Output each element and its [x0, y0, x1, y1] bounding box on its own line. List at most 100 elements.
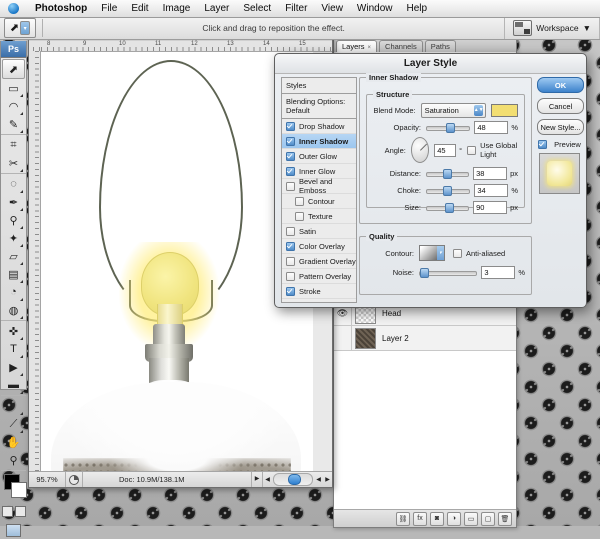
- checkbox-preview[interactable]: [538, 140, 548, 149]
- choke-slider[interactable]: [426, 185, 471, 196]
- zoom-tool[interactable]: ⚲: [3, 451, 24, 469]
- noise-slider[interactable]: [419, 267, 478, 278]
- menu-item-edit[interactable]: Edit: [124, 0, 155, 17]
- blur-tool[interactable]: ◔: [3, 283, 24, 301]
- checkbox-outer-glow[interactable]: [286, 151, 295, 161]
- style-item-texture[interactable]: Texture: [282, 209, 356, 224]
- table-row[interactable]: Layer 2: [334, 326, 516, 351]
- eyedropper-tool[interactable]: ⟋: [3, 415, 24, 433]
- new-group-button[interactable]: ▭: [464, 511, 478, 526]
- angle-input[interactable]: 45: [434, 143, 457, 157]
- styles-header[interactable]: Styles: [282, 78, 356, 94]
- type-tool[interactable]: T: [3, 340, 24, 358]
- style-item-stroke[interactable]: Stroke: [282, 284, 356, 299]
- magic-wand-tool[interactable]: ✎: [3, 115, 24, 133]
- notes-tool[interactable]: ◗: [3, 397, 24, 415]
- new-style-button[interactable]: New Style...: [537, 119, 584, 135]
- opacity-slider[interactable]: [426, 122, 471, 133]
- style-item-inner-shadow[interactable]: Inner Shadow: [282, 134, 356, 149]
- gradient-tool[interactable]: ▤: [3, 265, 24, 283]
- checkbox-satin[interactable]: [286, 226, 295, 236]
- delete-layer-button[interactable]: 🗑: [498, 511, 512, 526]
- style-item-pattern-overlay[interactable]: Pattern Overlay: [282, 269, 356, 284]
- slice-tool[interactable]: ✂: [3, 154, 24, 172]
- apple-logo-icon[interactable]: [8, 3, 19, 14]
- checkbox-stroke[interactable]: [286, 286, 295, 296]
- distance-slider[interactable]: [426, 168, 470, 179]
- image-canvas[interactable]: [41, 52, 313, 477]
- checkbox-texture[interactable]: [295, 211, 304, 221]
- noise-input[interactable]: 3: [481, 265, 516, 279]
- path-selection-tool[interactable]: ▶: [3, 358, 24, 376]
- history-brush-tool[interactable]: ✦: [3, 229, 24, 247]
- quick-mask-mode-toggle[interactable]: [1, 501, 26, 521]
- checkbox-color-overlay[interactable]: [286, 241, 295, 251]
- marquee-tool[interactable]: ▭: [3, 79, 24, 97]
- size-input[interactable]: 90: [473, 200, 508, 214]
- menu-item-window[interactable]: Window: [350, 0, 400, 17]
- checkbox-use-global-light[interactable]: [467, 145, 477, 155]
- style-item-satin[interactable]: Satin: [282, 224, 356, 239]
- styles-list[interactable]: Styles Blending Options: Default Drop Sh…: [281, 77, 357, 303]
- shadow-color-swatch[interactable]: [491, 103, 518, 117]
- menu-item-layer[interactable]: Layer: [197, 0, 236, 17]
- new-adjustment-layer-button[interactable]: ◑: [447, 511, 461, 526]
- distance-input[interactable]: 38: [473, 166, 508, 180]
- style-item-bevel-and-emboss[interactable]: Bevel and Emboss: [282, 177, 356, 195]
- menu-item-help[interactable]: Help: [400, 0, 435, 17]
- horizontal-ruler[interactable]: 8 9 10 11 12 13 14 15: [29, 41, 332, 52]
- hand-tool[interactable]: ✋: [3, 433, 24, 451]
- checkbox-contour[interactable]: [295, 196, 304, 206]
- checkbox-anti-aliased[interactable]: [453, 248, 462, 258]
- new-layer-button[interactable]: ▢: [481, 511, 495, 526]
- style-item-outer-glow[interactable]: Outer Glow: [282, 149, 356, 164]
- add-layer-style-button[interactable]: fx: [413, 511, 427, 526]
- angle-dial[interactable]: [410, 137, 430, 163]
- move-tool[interactable]: ⬈: [2, 59, 25, 79]
- menu-item-select[interactable]: Select: [236, 0, 278, 17]
- quick-mask-icon[interactable]: [14, 505, 26, 517]
- style-item-gradient-overlay[interactable]: Gradient Overlay: [282, 254, 356, 269]
- tab-channels[interactable]: Channels: [379, 40, 423, 52]
- screen-mode-button[interactable]: [1, 521, 26, 539]
- size-slider[interactable]: [426, 202, 470, 213]
- tab-paths[interactable]: Paths: [424, 40, 456, 52]
- tab-layers[interactable]: Layers ×: [336, 40, 378, 52]
- close-icon[interactable]: ×: [368, 45, 372, 51]
- checkbox-bevel-and-emboss[interactable]: [286, 181, 295, 191]
- tool-preset-dropdown[interactable]: ▾: [20, 21, 31, 35]
- style-item-contour[interactable]: Contour: [282, 194, 356, 209]
- status-menu-arrow-icon[interactable]: ▶: [251, 472, 263, 487]
- dodge-tool[interactable]: ◍: [3, 301, 24, 319]
- scroll-right-arrow-1[interactable]: ◀: [314, 476, 323, 483]
- scroll-right-arrow-2[interactable]: ▶: [323, 476, 332, 483]
- choke-input[interactable]: 34: [474, 183, 509, 197]
- ok-button[interactable]: OK: [537, 77, 584, 93]
- blend-mode-select[interactable]: Saturation ▲▼: [420, 102, 487, 118]
- horizontal-scrollbar[interactable]: [273, 473, 313, 486]
- cancel-button[interactable]: Cancel: [537, 98, 584, 114]
- style-item-drop-shadow[interactable]: Drop Shadow: [282, 119, 356, 134]
- menu-item-view[interactable]: View: [314, 0, 350, 17]
- background-color-swatch[interactable]: [11, 482, 27, 498]
- pen-tool[interactable]: ✜: [3, 322, 24, 340]
- checkbox-gradient-overlay[interactable]: [286, 256, 295, 266]
- menu-item-image[interactable]: Image: [156, 0, 198, 17]
- clone-stamp-tool[interactable]: ⚲: [3, 211, 24, 229]
- blending-options-item[interactable]: Blending Options: Default: [282, 94, 356, 119]
- opacity-input[interactable]: 48: [474, 120, 509, 134]
- menu-item-file[interactable]: File: [94, 0, 124, 17]
- standard-mode-icon[interactable]: [1, 505, 13, 517]
- brush-tool[interactable]: ✒: [3, 193, 24, 211]
- add-layer-mask-button[interactable]: ◙: [430, 511, 444, 526]
- vertical-ruler[interactable]: [29, 51, 41, 478]
- crop-tool[interactable]: ⌗: [3, 136, 24, 154]
- checkbox-inner-shadow[interactable]: [286, 136, 295, 146]
- eraser-tool[interactable]: ▱: [3, 247, 24, 265]
- layer-visibility-toggle[interactable]: [334, 326, 352, 350]
- checkbox-pattern-overlay[interactable]: [286, 271, 295, 281]
- menu-item-photoshop[interactable]: Photoshop: [28, 0, 94, 17]
- healing-brush-tool[interactable]: ◌: [3, 175, 24, 193]
- horizontal-scroll-thumb[interactable]: [288, 474, 302, 485]
- style-item-color-overlay[interactable]: Color Overlay: [282, 239, 356, 254]
